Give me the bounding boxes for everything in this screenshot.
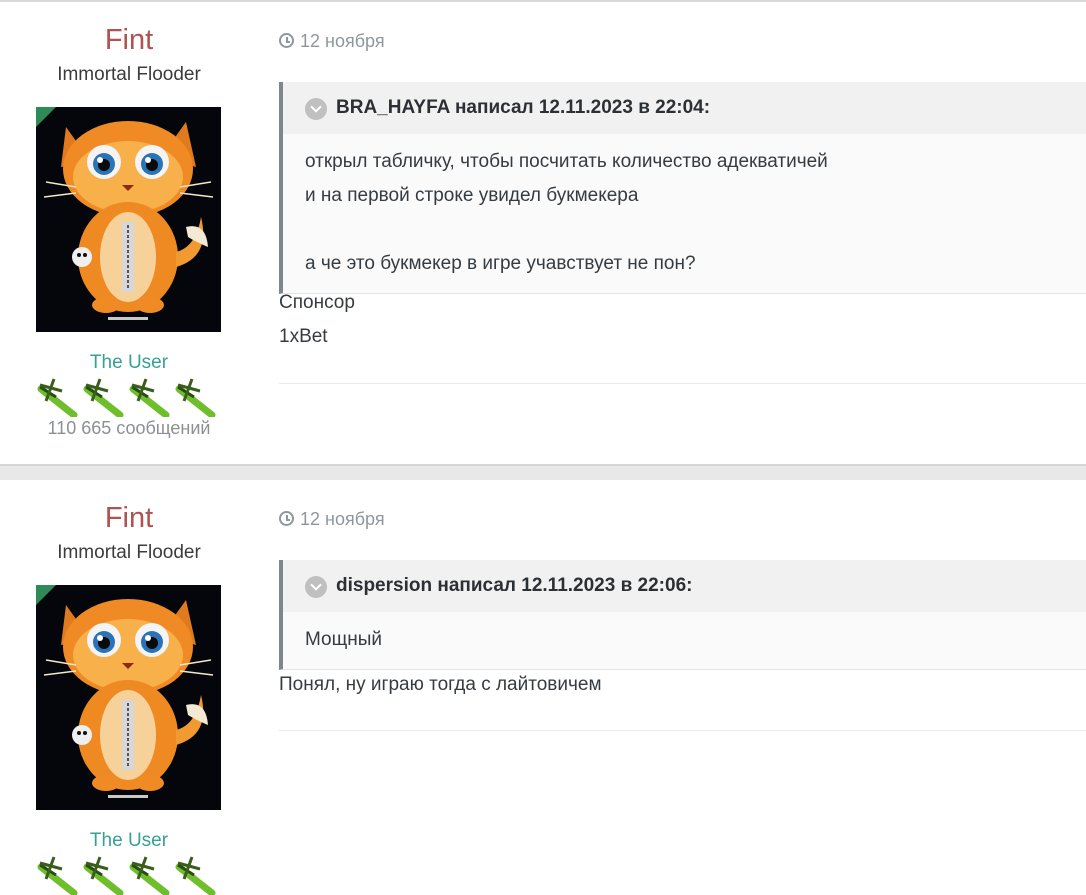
quote-line: и на первой строке увидел букмекера [305, 185, 639, 206]
quote-block: dispersion написал 12.11.2023 в 22:06: М… [279, 560, 1086, 670]
post-date[interactable]: 12 ноября [279, 508, 385, 530]
author-title: Immortal Flooder [57, 64, 201, 85]
rank-icon [37, 378, 78, 417]
post: Fint Immortal Flooder [0, 2, 1086, 464]
quote-block: BRA_HAYFA написал 12.11.2023 в 22:04: от… [279, 82, 1086, 294]
online-badge [36, 107, 56, 127]
author-title: Immortal Flooder [57, 542, 201, 563]
message-line: 1xBet [279, 326, 328, 347]
quote-line: а че это букмекер в игре учавствует не п… [305, 253, 696, 274]
rank-icon [83, 856, 124, 895]
chevron-down-icon[interactable] [305, 98, 327, 120]
post: Fint Immortal Flooder [0, 480, 1086, 895]
cat-avatar-image [36, 107, 221, 332]
online-badge [36, 585, 56, 605]
rank-icon [83, 378, 124, 417]
message-body: Спонсор 1xBet [279, 286, 355, 354]
rank-icon [175, 378, 216, 417]
group-name: The User [89, 352, 169, 373]
post-separator [0, 464, 1086, 480]
quote-body: Мощный [283, 612, 1086, 669]
author-name[interactable]: Fint [0, 24, 258, 56]
message-line: Понял, ну играю тогда с лайтовичем [279, 674, 602, 695]
cat-avatar-image [36, 585, 221, 810]
quote-author[interactable]: dispersion написал 12.11.2023 в 22:06: [336, 575, 692, 597]
rank-icons [37, 378, 216, 417]
quote-author[interactable]: BRA_HAYFA написал 12.11.2023 в 22:04: [336, 97, 710, 119]
avatar[interactable] [36, 107, 221, 332]
rank-icon [129, 856, 170, 895]
rank-icon [175, 856, 216, 895]
quote-header[interactable]: dispersion написал 12.11.2023 в 22:06: [283, 560, 1086, 612]
post-count: 110 665 сообщений [47, 418, 211, 438]
clock-icon [279, 511, 294, 526]
rank-icon [129, 378, 170, 417]
clock-icon [279, 33, 294, 48]
post-divider [279, 730, 1086, 731]
post-date[interactable]: 12 ноября [279, 30, 385, 52]
quote-body: открыл табличку, чтобы посчитать количес… [283, 134, 1086, 293]
group-name: The User [89, 830, 169, 851]
quote-line: открыл табличку, чтобы посчитать количес… [305, 151, 828, 172]
post-divider [279, 383, 1086, 384]
message-line: Спонсор [279, 292, 355, 313]
quote-line: Мощный [305, 629, 383, 650]
rank-icons [37, 856, 216, 895]
message-body: Понял, ну играю тогда с лайтовичем [279, 668, 602, 702]
rank-icon [37, 856, 78, 895]
author-name[interactable]: Fint [0, 502, 258, 534]
quote-line [305, 213, 1064, 247]
quote-header[interactable]: BRA_HAYFA написал 12.11.2023 в 22:04: [283, 82, 1086, 134]
post-date-text: 12 ноября [300, 31, 385, 51]
post-date-text: 12 ноября [300, 509, 385, 529]
chevron-down-icon[interactable] [305, 576, 327, 598]
avatar[interactable] [36, 585, 221, 810]
